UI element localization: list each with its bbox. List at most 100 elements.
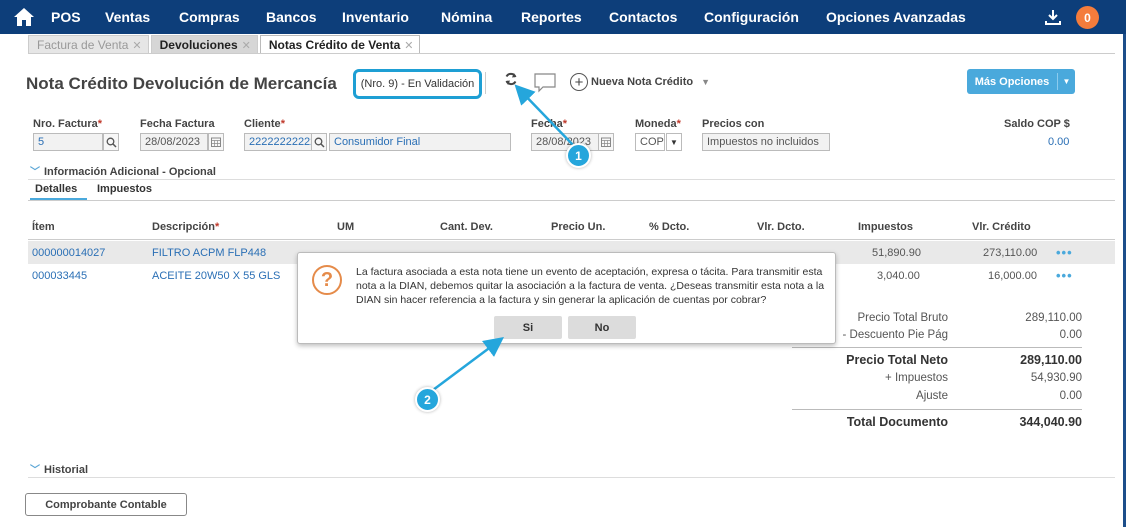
nav-nomina[interactable]: Nómina [441, 9, 492, 25]
download-icon[interactable] [1044, 8, 1062, 29]
fecha-factura-input: 28/08/2023 [140, 133, 208, 151]
cliente-name-field: Consumidor Final [329, 133, 511, 151]
subtab-divider [28, 200, 1115, 201]
tab-impuestos[interactable]: Impuestos [97, 183, 152, 195]
nav-configuracion[interactable]: Configuración [704, 9, 799, 25]
col-item: Ítem [32, 221, 55, 233]
item-description[interactable]: FILTRO ACPM FLP448 [152, 247, 266, 259]
total-documento-label: Total Documento [846, 415, 948, 429]
more-options-button[interactable]: Más Opciones ▼ [967, 69, 1075, 94]
confirm-dialog: ? La factura asociada a esta nota tiene … [297, 252, 836, 344]
close-icon[interactable]: ✕ [242, 40, 251, 52]
plus-icon: + [570, 73, 588, 91]
comprobante-contable-button[interactable]: Comprobante Contable [25, 493, 187, 516]
home-icon[interactable] [10, 0, 38, 34]
page-title: Nota Crédito Devolución de Mercancía [26, 74, 337, 93]
chevron-down-icon: ▼ [701, 77, 710, 87]
comment-icon[interactable] [534, 73, 556, 96]
refresh-icon[interactable] [504, 72, 518, 89]
totals-divider [792, 409, 1082, 410]
notification-badge[interactable]: 0 [1076, 6, 1099, 29]
question-icon: ? [312, 265, 342, 295]
item-description[interactable]: ACEITE 20W50 X 55 GLS [152, 270, 280, 282]
tab-factura-venta[interactable]: Factura de Venta ✕ [28, 35, 149, 54]
tab-notas-credito[interactable]: Notas Crédito de Venta ✕ [259, 35, 421, 54]
calendar-icon[interactable] [598, 133, 614, 151]
chevron-down-icon: ﹀ [30, 465, 40, 476]
no-button[interactable]: No [568, 316, 636, 339]
item-credito: 273,110.00 [983, 247, 1038, 259]
section-divider [28, 179, 1115, 180]
nav-compras[interactable]: Compras [179, 9, 240, 25]
col-vlr-dcto: Vlr. Dcto. [757, 221, 805, 233]
tab-detalles[interactable]: Detalles [35, 183, 77, 195]
col-dcto: % Dcto. [649, 221, 690, 233]
saldo-value: 0.00 [1048, 136, 1070, 148]
nro-factura-label: Nro. Factura* [33, 118, 103, 130]
item-impuestos: 51,890.90 [872, 247, 921, 259]
new-credit-note-button[interactable]: + Nueva Nota Crédito ▼ [570, 73, 710, 91]
col-descripcion: Descripción* [152, 221, 220, 233]
cliente-id-input[interactable]: 222222222222 [244, 133, 312, 151]
nav-ventas[interactable]: Ventas [105, 9, 150, 25]
close-icon[interactable]: ✕ [132, 40, 141, 52]
tabs-divider [28, 53, 1115, 54]
bruto-value: 289,110.00 [1025, 312, 1082, 324]
search-icon[interactable] [311, 133, 327, 151]
item-code[interactable]: 000000014027 [32, 247, 105, 259]
dialog-message: La factura asociada a esta nota tiene un… [356, 266, 825, 306]
row-menu-icon[interactable]: ••• [1056, 245, 1073, 260]
header-divider [485, 72, 486, 94]
nav-inventario[interactable]: Inventario [342, 9, 409, 25]
neto-value: 289,110.00 [1020, 353, 1082, 367]
ajuste-value: 0.00 [1059, 390, 1082, 402]
top-navbar: POS Ventas Compras Bancos Inventario Nóm… [0, 0, 1126, 34]
saldo-label: Saldo COP $ [1004, 118, 1070, 130]
impuestos-label: + Impuestos [885, 372, 948, 384]
tab-devoluciones[interactable]: Devoluciones ✕ [150, 35, 258, 54]
nav-contactos[interactable]: Contactos [609, 9, 677, 25]
chevron-down-icon: ﹀ [30, 167, 40, 178]
precios-con-field: Impuestos no incluidos [702, 133, 830, 151]
info-adicional-toggle[interactable]: ﹀ Información Adicional - Opcional [30, 163, 216, 178]
section-divider [28, 477, 1115, 478]
ajuste-label: Ajuste [916, 390, 948, 402]
item-impuestos: 3,040.00 [877, 270, 920, 282]
descuento-label: - Descuento Pie Pág [842, 329, 948, 341]
precios-con-label: Precios con [702, 118, 765, 130]
fecha-factura-label: Fecha Factura [140, 118, 215, 130]
moneda-select[interactable]: COP [635, 133, 665, 151]
close-icon[interactable]: ✕ [404, 40, 413, 52]
row-menu-icon[interactable]: ••• [1056, 268, 1073, 283]
table-header-divider [28, 239, 1115, 240]
col-impuestos: Impuestos [858, 221, 914, 233]
chevron-down-icon[interactable]: ▼ [1058, 77, 1075, 86]
status-badge: (Nro. 9) - En Validación [353, 69, 482, 99]
cliente-label: Cliente* [244, 118, 285, 130]
calendar-icon[interactable] [208, 133, 224, 151]
nro-factura-input[interactable]: 5 [33, 133, 103, 151]
col-um: UM [337, 221, 355, 233]
col-vlr-credito: Vlr. Crédito [972, 221, 1031, 233]
descuento-value: 0.00 [1059, 329, 1082, 341]
col-precio-un: Precio Un. [551, 221, 606, 233]
item-code[interactable]: 000033445 [32, 270, 87, 282]
impuestos-value: 54,930.90 [1030, 372, 1082, 384]
item-credito: 16,000.00 [988, 270, 1037, 282]
fecha-label: Fecha* [531, 118, 568, 130]
nav-bancos[interactable]: Bancos [266, 9, 317, 25]
annotation-marker-1: 1 [566, 143, 591, 168]
moneda-label: Moneda* [635, 118, 681, 130]
nav-pos[interactable]: POS [51, 9, 81, 25]
bruto-label: Precio Total Bruto [857, 312, 948, 324]
col-cant-dev: Cant. Dev. [440, 221, 493, 233]
totals-divider [792, 347, 1082, 348]
yes-button[interactable]: Si [494, 316, 562, 339]
search-icon[interactable] [103, 133, 119, 151]
total-documento-value: 344,040.90 [1019, 415, 1082, 429]
nav-opciones-avanzadas[interactable]: Opciones Avanzadas [826, 9, 966, 25]
nav-reportes[interactable]: Reportes [521, 9, 582, 25]
historial-toggle[interactable]: ﹀ Historial [30, 461, 88, 476]
neto-label: Precio Total Neto [846, 353, 948, 367]
chevron-down-icon[interactable]: ▼ [666, 133, 682, 151]
